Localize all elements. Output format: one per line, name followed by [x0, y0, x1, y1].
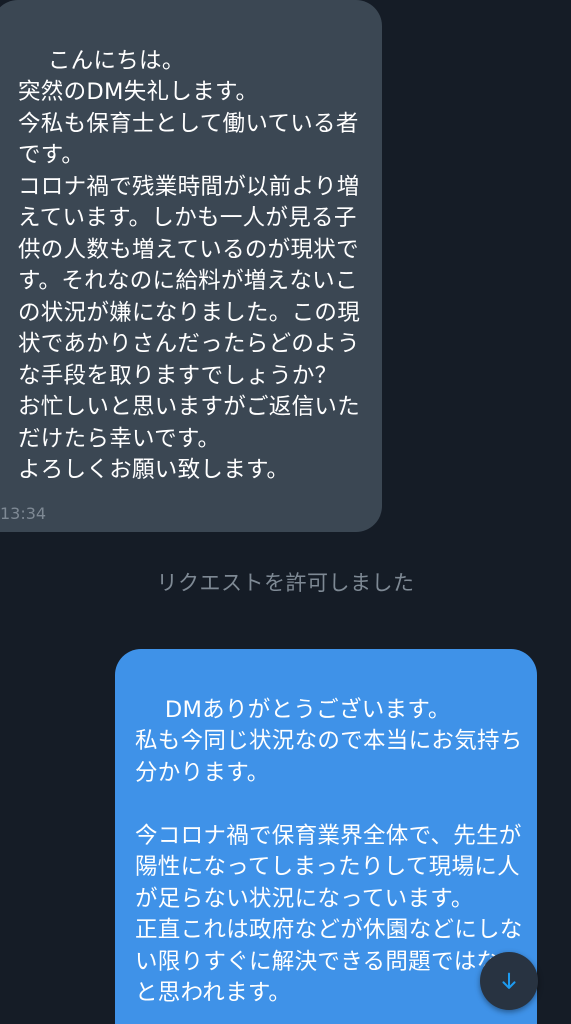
incoming-message-timestamp: 13:34 — [0, 504, 47, 523]
arrow-down-icon — [502, 972, 516, 989]
dm-conversation-screen: こんにちは。 突然のDM失礼します。 今私も保育士として働いている者です。 コロ… — [0, 0, 571, 1024]
request-accepted-notice: リクエストを許可しました — [156, 571, 415, 595]
incoming-message-text: こんにちは。 突然のDM失礼します。 今私も保育士として働いている者です。 コロ… — [18, 47, 361, 484]
scroll-to-bottom-button[interactable] — [480, 952, 538, 1010]
incoming-message-bubble[interactable]: こんにちは。 突然のDM失礼します。 今私も保育士として働いている者です。 コロ… — [0, 0, 382, 532]
outgoing-message-bubble[interactable]: DMありがとうございます。 私も今同じ状況なので本当にお気持ち分かります。 今コ… — [115, 649, 537, 1024]
outgoing-message-text: DMありがとうございます。 私も今同じ状況なので本当にお気持ち分かります。 今コ… — [135, 696, 523, 1007]
